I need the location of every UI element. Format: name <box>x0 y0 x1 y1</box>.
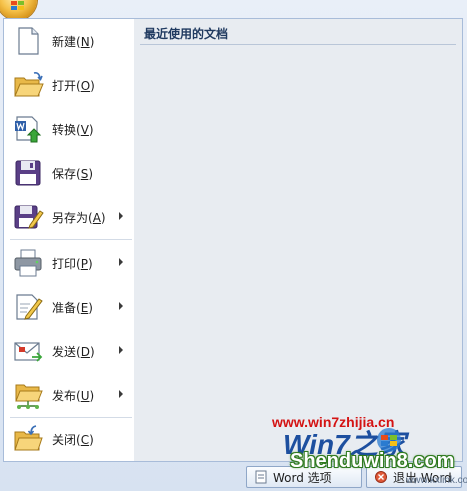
menu-item-label: 发送 <box>52 345 77 359</box>
office-menu-panel: 新建(N) 打开(O) 转换(V) 保存(S) 另存为(A) 打印(P) 准备(… <box>3 18 463 462</box>
menu-item-send[interactable]: 发送(D) <box>4 329 134 373</box>
send-mail-icon <box>14 342 43 362</box>
menu-item-prepare[interactable]: 准备(E) <box>4 285 134 329</box>
menu-item-key: N <box>80 35 90 49</box>
menu-item-key: O <box>80 79 91 93</box>
office-menu-window: 新建(N) 打开(O) 转换(V) 保存(S) 另存为(A) 打印(P) 准备(… <box>0 0 467 491</box>
save-as-icon <box>14 205 44 229</box>
watermark-shendu: Shenduwin8.com <box>290 450 455 472</box>
menu-item-key: D <box>80 345 90 359</box>
menu-item-new[interactable]: 新建(N) <box>4 19 134 63</box>
office-button[interactable] <box>0 0 37 20</box>
new-document-icon <box>18 27 39 55</box>
close-folder-icon <box>14 425 43 451</box>
menu-item-label: 打印 <box>52 257 77 271</box>
menu-item-publish[interactable]: 发布(U) <box>4 373 134 417</box>
menu-item-key: S <box>80 167 89 181</box>
menu-item-label: 另存为 <box>52 211 89 225</box>
menu-item-key: U <box>80 389 90 403</box>
menu-item-key: E <box>80 301 89 315</box>
menu-item-label: 准备 <box>52 301 77 315</box>
menu-item-convert[interactable]: 转换(V) <box>4 107 134 151</box>
watermark-kxlink: www.kxlink.com <box>406 475 467 486</box>
menu-item-key: V <box>80 123 89 137</box>
open-folder-icon <box>14 72 44 97</box>
menu-item-label: 新建 <box>52 35 77 49</box>
menu-item-key: P <box>80 257 88 271</box>
menu-item-close[interactable]: 关闭(C) <box>4 417 134 461</box>
recent-documents-pane: 最近使用的文档 <box>134 19 462 461</box>
submenu-arrow-icon <box>119 258 123 266</box>
recent-documents-title: 最近使用的文档 <box>144 27 229 41</box>
menu-item-label: 发布 <box>52 389 77 403</box>
menu-item-save-as[interactable]: 另存为(A) <box>4 195 134 239</box>
submenu-arrow-icon <box>119 302 123 310</box>
menu-separator <box>10 239 132 240</box>
menu-item-print[interactable]: 打印(P) <box>4 241 134 285</box>
menu-item-open[interactable]: 打开(O) <box>4 63 134 107</box>
menu-item-label: 打开 <box>52 79 77 93</box>
office-logo-icon <box>11 1 24 10</box>
submenu-arrow-icon <box>119 346 123 354</box>
convert-document-icon <box>15 116 42 143</box>
menu-item-label: 保存 <box>52 167 77 181</box>
prepare-document-icon <box>16 294 43 320</box>
menu-item-save[interactable]: 保存(S) <box>4 151 134 195</box>
office-menu-commands: 新建(N) 打开(O) 转换(V) 保存(S) 另存为(A) 打印(P) 准备(… <box>4 19 135 461</box>
menu-item-key: A <box>92 211 101 225</box>
word-options-icon <box>255 470 267 484</box>
menu-item-label: 关闭 <box>52 433 77 447</box>
menu-item-label: 转换 <box>52 123 77 137</box>
recent-documents-divider <box>140 44 456 45</box>
save-disk-icon <box>15 160 41 186</box>
printer-icon <box>14 249 42 277</box>
menu-item-key: C <box>80 433 90 447</box>
submenu-arrow-icon <box>119 212 123 220</box>
publish-folder-icon <box>15 384 43 409</box>
submenu-arrow-icon <box>119 390 123 398</box>
